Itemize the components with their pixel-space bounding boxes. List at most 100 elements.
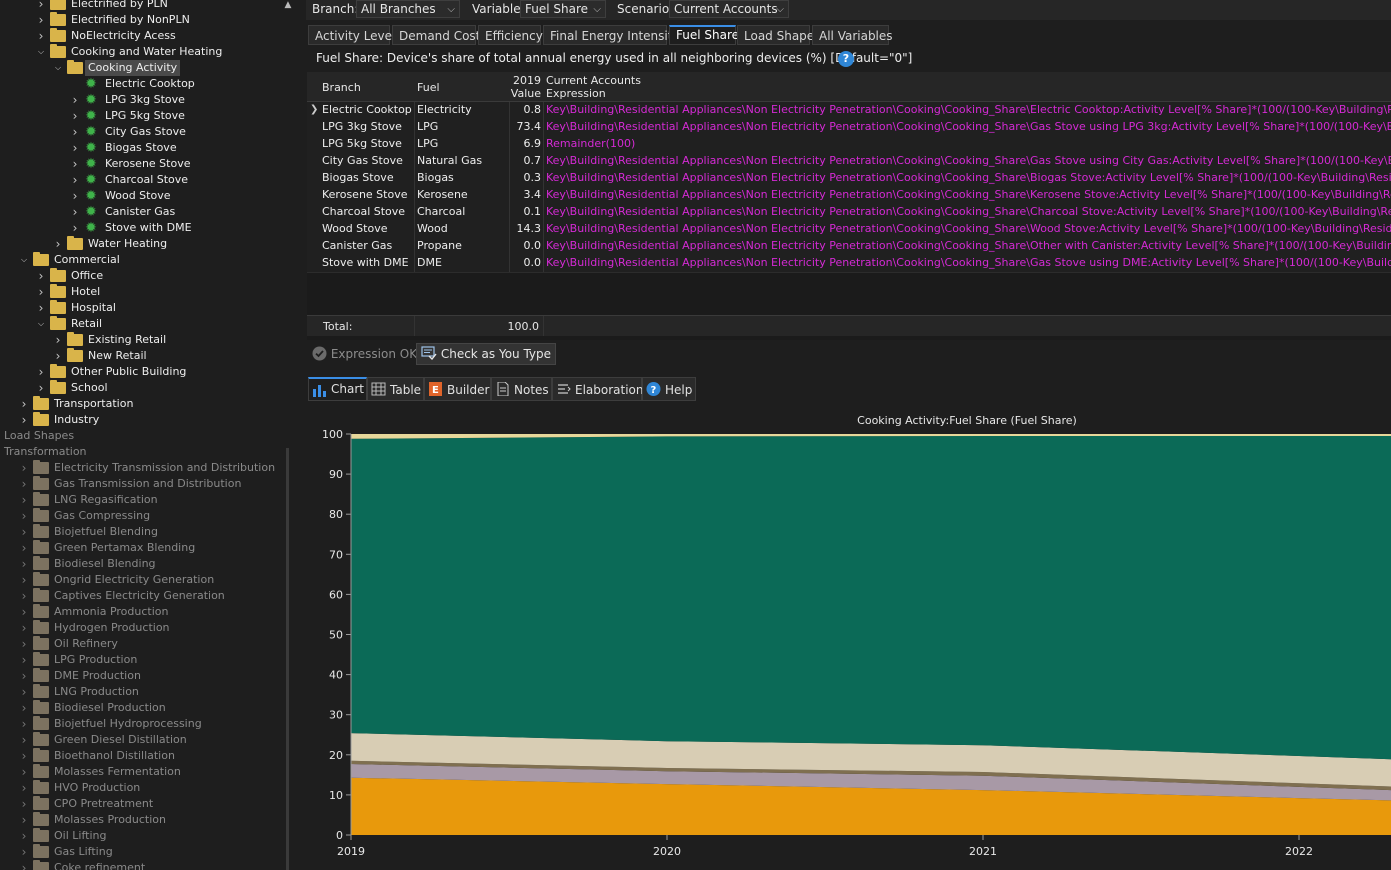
tab-load-shape[interactable]: Load Shape: [737, 25, 814, 45]
chevron-right-icon[interactable]: ›: [19, 700, 29, 716]
tree-item[interactable]: › Hotel: [0, 284, 298, 300]
tree-item[interactable]: › Electrified by PLN: [0, 0, 298, 12]
cell-expression[interactable]: Key\Building\Residential Appliances\Non …: [546, 170, 1391, 186]
chevron-right-icon[interactable]: ›: [36, 12, 46, 28]
chevron-right-icon[interactable]: ›: [19, 636, 29, 652]
cell-fuel[interactable]: Kerosene: [417, 187, 509, 203]
tree-item[interactable]: › ✹ LPG 5kg Stove: [0, 108, 298, 124]
tree-item[interactable]: › LPG Production: [0, 652, 298, 668]
chevron-down-icon[interactable]: ⌵: [36, 44, 46, 60]
chevron-down-icon[interactable]: ⌵: [19, 252, 29, 268]
tab-efficiency[interactable]: Efficiency: [478, 25, 543, 45]
tree-item[interactable]: › ✹ Biogas Stove: [0, 140, 298, 156]
chevron-right-icon[interactable]: ›: [70, 92, 80, 108]
tree-item[interactable]: › School: [0, 380, 298, 396]
tree-item[interactable]: › Hospital: [0, 300, 298, 316]
tree-scroll-up-icon[interactable]: ▲: [282, 0, 294, 10]
chevron-right-icon[interactable]: ›: [19, 684, 29, 700]
tree-item[interactable]: › ✹ Charcoal Stove: [0, 172, 298, 188]
chevron-right-icon[interactable]: ›: [70, 140, 80, 156]
chevron-right-icon[interactable]: ›: [36, 284, 46, 300]
chevron-down-icon[interactable]: ⌵: [53, 60, 63, 76]
chevron-right-icon[interactable]: ›: [36, 268, 46, 284]
col-header-expression[interactable]: Expression: [546, 87, 606, 100]
tree-item[interactable]: › Other Public Building: [0, 364, 298, 380]
table-row[interactable]: Kerosene Stove Kerosene 3.4 Key\Building\Re…: [307, 187, 1391, 205]
tree-item[interactable]: › Green Pertamax Blending: [0, 540, 298, 556]
chevron-right-icon[interactable]: ›: [36, 380, 46, 396]
tree-item[interactable]: › Bioethanol Distillation: [0, 748, 298, 764]
cell-fuel[interactable]: DME: [417, 255, 509, 271]
variable-select[interactable]: Fuel Share ⌵: [520, 0, 606, 18]
tree-item[interactable]: › ✹ Stove with DME: [0, 220, 298, 236]
help-icon[interactable]: ?: [838, 51, 854, 67]
tree-item[interactable]: › Biojetfuel Hydroprocessing: [0, 716, 298, 732]
chevron-right-icon[interactable]: ›: [19, 620, 29, 636]
table-row[interactable]: LPG 3kg Stove LPG 73.4 Key\Building\Residen…: [307, 119, 1391, 137]
cell-fuel[interactable]: Charcoal: [417, 204, 509, 220]
tree-item[interactable]: › Transportation: [0, 396, 298, 412]
tree-item[interactable]: › Electrified by NonPLN: [0, 12, 298, 28]
table-row[interactable]: City Gas Stove Natural Gas 0.7 Key\Building…: [307, 153, 1391, 171]
table-row[interactable]: Charcoal Stove Charcoal 0.1 Key\Building\Re…: [307, 204, 1391, 222]
cell-expression[interactable]: Key\Building\Residential Appliances\Non …: [546, 187, 1391, 203]
chevron-right-icon[interactable]: ›: [19, 828, 29, 844]
cell-expression[interactable]: Key\Building\Residential Appliances\Non …: [546, 255, 1391, 271]
tree-item[interactable]: › Coke refinement: [0, 860, 298, 870]
tree-item[interactable]: › Gas Transmission and Distribution: [0, 476, 298, 492]
chevron-right-icon[interactable]: ›: [19, 732, 29, 748]
tree-item[interactable]: › Biojetfuel Blending: [0, 524, 298, 540]
tab-notes[interactable]: Notes: [491, 377, 552, 401]
tree-item[interactable]: › ✹ LPG 3kg Stove: [0, 92, 298, 108]
chevron-right-icon[interactable]: ›: [19, 460, 29, 476]
chevron-right-icon[interactable]: ›: [19, 588, 29, 604]
tree-item[interactable]: › DME Production: [0, 668, 298, 684]
tree-item[interactable]: › ✹ City Gas Stove: [0, 124, 298, 140]
tree-item[interactable]: › Biodiesel Production: [0, 700, 298, 716]
tree-item[interactable]: › Office: [0, 268, 298, 284]
tree-item[interactable]: › New Retail: [0, 348, 298, 364]
tab-demand-cost[interactable]: Demand Cost: [392, 25, 480, 45]
tree-item[interactable]: › Gas Compressing: [0, 508, 298, 524]
tree-item[interactable]: ⌵ Cooking and Water Heating: [0, 44, 298, 60]
tree-item[interactable]: ⌵ Cooking Activity: [0, 60, 298, 76]
tab-chart[interactable]: Chart: [308, 377, 367, 401]
chevron-down-icon[interactable]: ⌵: [36, 316, 46, 332]
tree-item[interactable]: Transformation: [0, 444, 298, 460]
chevron-right-icon[interactable]: ›: [19, 860, 29, 870]
chevron-right-icon[interactable]: ›: [19, 716, 29, 732]
tab-fuel-share[interactable]: Fuel Share: [669, 25, 739, 45]
tree-item[interactable]: › ✹ Kerosene Stove: [0, 156, 298, 172]
tree-item[interactable]: › Water Heating: [0, 236, 298, 252]
tab-help[interactable]: ? Help: [642, 377, 696, 401]
tree-scrollbar[interactable]: [286, 448, 289, 870]
chevron-right-icon[interactable]: ›: [70, 204, 80, 220]
chevron-right-icon[interactable]: ›: [36, 300, 46, 316]
cell-expression[interactable]: Remainder(100): [546, 136, 1391, 152]
cell-expression[interactable]: Key\Building\Residential Appliances\Non …: [546, 238, 1391, 254]
cell-fuel[interactable]: Propane: [417, 238, 509, 254]
cell-expression[interactable]: Key\Building\Residential Appliances\Non …: [546, 153, 1391, 169]
tree-item[interactable]: › ✹ Wood Stove: [0, 188, 298, 204]
col-header-fuel[interactable]: Fuel: [417, 81, 440, 94]
chevron-right-icon[interactable]: ›: [19, 604, 29, 620]
tab-final-energy-intensity[interactable]: Final Energy Intensity: [543, 25, 680, 45]
chevron-right-icon[interactable]: ›: [70, 172, 80, 188]
chevron-right-icon[interactable]: ›: [19, 748, 29, 764]
chevron-right-icon[interactable]: ›: [53, 332, 63, 348]
cell-expression[interactable]: Key\Building\Residential Appliances\Non …: [546, 119, 1391, 135]
chevron-right-icon[interactable]: ›: [70, 108, 80, 124]
tree-item[interactable]: › LNG Regasification: [0, 492, 298, 508]
cell-fuel[interactable]: Wood: [417, 221, 509, 237]
table-row[interactable]: Biogas Stove Biogas 0.3 Key\Building\Reside…: [307, 170, 1391, 188]
chevron-right-icon[interactable]: ›: [36, 28, 46, 44]
tree-item[interactable]: › Molasses Production: [0, 812, 298, 828]
tab-all-variables[interactable]: All Variables: [812, 25, 893, 45]
chevron-right-icon[interactable]: ›: [70, 124, 80, 140]
chevron-right-icon[interactable]: ›: [19, 492, 29, 508]
table-row[interactable]: Wood Stove Wood 14.3 Key\Building\Residenti…: [307, 221, 1391, 239]
chevron-right-icon[interactable]: ›: [36, 0, 46, 12]
branch-tree[interactable]: › Electrified by PLN › Electrified by NonPL…: [0, 0, 298, 870]
tree-item[interactable]: › Ammonia Production: [0, 604, 298, 620]
tab-table[interactable]: Table: [367, 377, 424, 401]
